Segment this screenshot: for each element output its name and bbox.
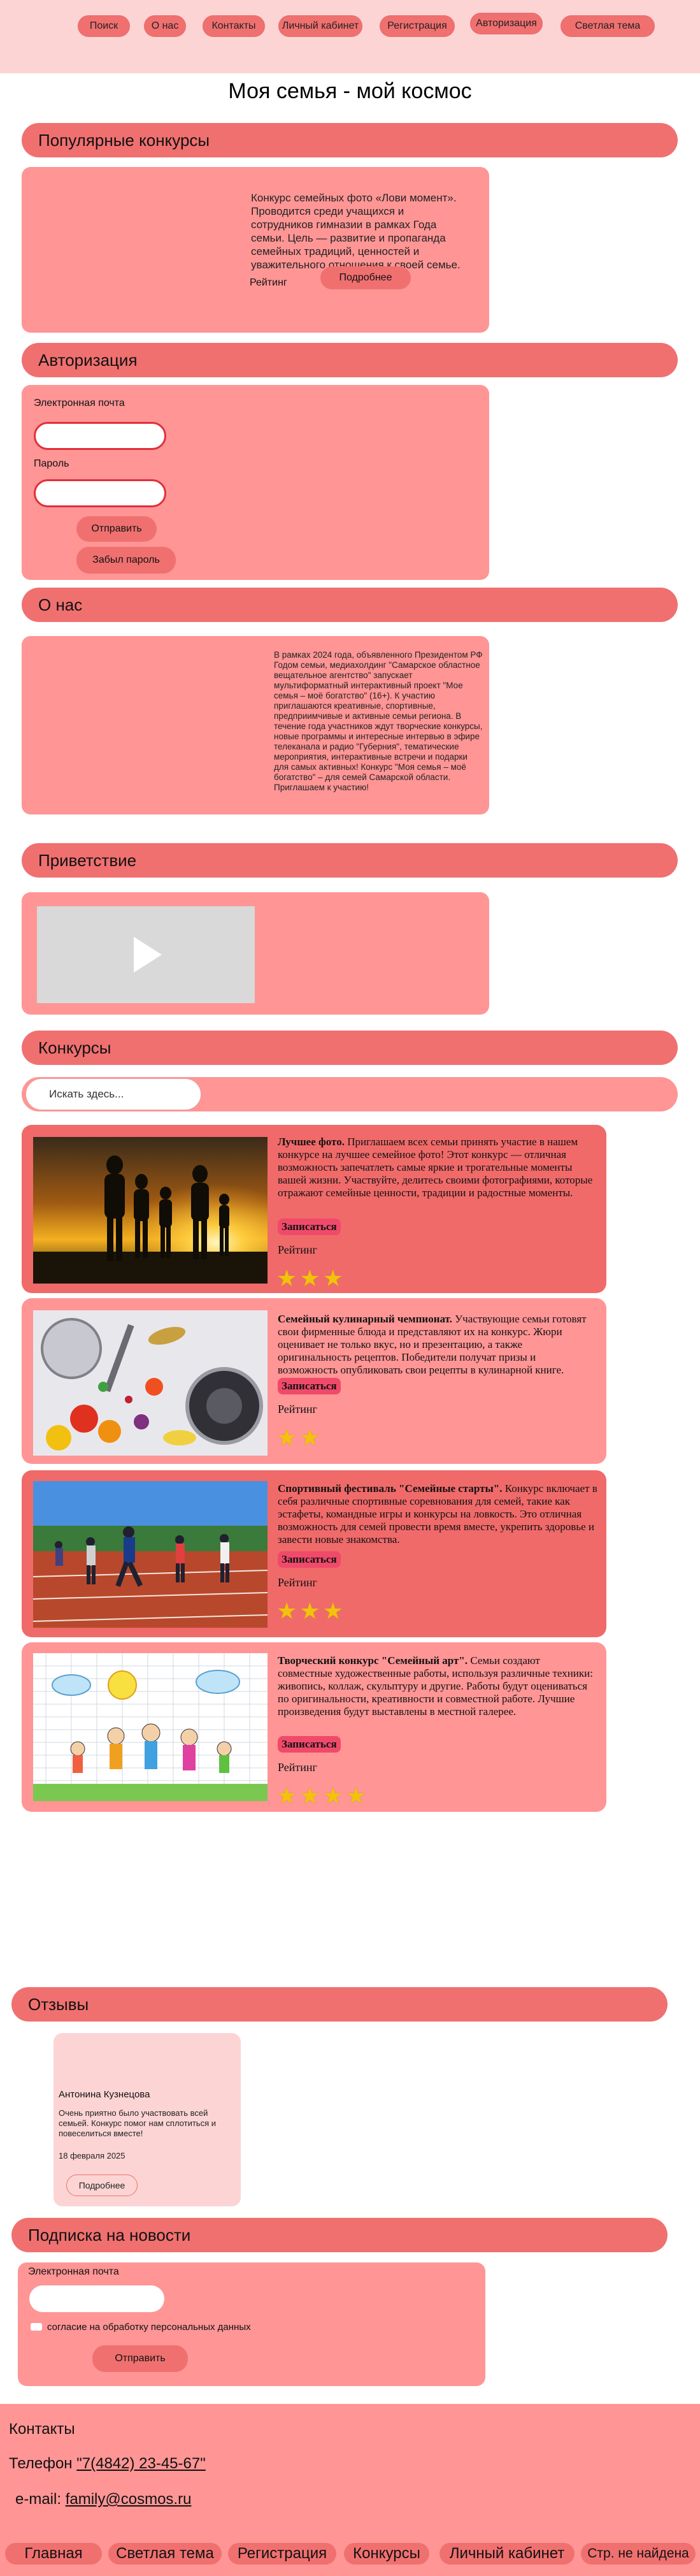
popular-rating-label: Рейтинг: [250, 277, 287, 288]
contest-signup-button[interactable]: Записаться: [278, 1551, 341, 1568]
contest-signup-button[interactable]: Записаться: [278, 1219, 341, 1235]
contest-rating-label: Рейтинг: [278, 1761, 317, 1774]
contest-description-sports: Спортивный фестиваль "Семейные старты". …: [278, 1482, 604, 1546]
popular-heading: Популярные конкурсы: [22, 123, 678, 157]
subscribe-submit-button[interactable]: Отправить: [92, 2345, 188, 2372]
contest-signup-button[interactable]: Записаться: [278, 1378, 341, 1394]
star-icon: ★: [322, 1265, 346, 1291]
footer-link-account[interactable]: Личный кабинет: [439, 2543, 575, 2565]
nav-login-button[interactable]: Авторизация: [470, 13, 543, 34]
contest-rating-label: Рейтинг: [278, 1403, 317, 1415]
star-icon: ★: [276, 1783, 300, 1809]
greeting-heading: Приветствие: [22, 843, 678, 878]
contest-title: Спортивный фестиваль "Семейные старты".: [278, 1482, 503, 1494]
contest-signup-button[interactable]: Записаться: [278, 1736, 341, 1753]
subscribe-heading: Подписка на новости: [11, 2218, 668, 2252]
nav-register-button[interactable]: Регистрация: [380, 15, 455, 37]
auth-email-input[interactable]: [34, 422, 166, 450]
star-icon: ★: [276, 1424, 300, 1451]
footer-link-home[interactable]: Главная: [5, 2543, 102, 2565]
footer-email-link[interactable]: family@cosmos.ru: [66, 2491, 192, 2508]
contest-rating-label: Рейтинг: [278, 1243, 317, 1256]
footer-phone-link[interactable]: "7(4842) 23-45-67": [76, 2455, 206, 2472]
review-more-button[interactable]: Подробнее: [66, 2174, 138, 2196]
contest-rating-label: Рейтинг: [278, 1576, 317, 1589]
auth-submit-button[interactable]: Отправить: [76, 516, 157, 542]
star-icon: ★: [299, 1424, 323, 1451]
nav-search-button[interactable]: Поиск: [78, 15, 130, 37]
review-date: 18 февраля 2025: [59, 2151, 125, 2160]
footer-link-contests[interactable]: Конкурсы: [344, 2543, 429, 2565]
contest-rating-stars: ★★★: [276, 1598, 346, 1624]
sports-image: [33, 1481, 268, 1628]
footer-phone-label: Телефон: [9, 2455, 73, 2472]
star-icon: ★: [276, 1265, 300, 1291]
subscribe-email-label: Электронная почта: [28, 2266, 119, 2277]
drawing-image: [33, 1653, 268, 1801]
greeting-video-player[interactable]: [37, 906, 255, 1003]
star-icon: ★: [276, 1598, 300, 1624]
contest-title: Лучшее фото.: [278, 1136, 345, 1148]
auth-password-input[interactable]: [34, 479, 166, 507]
kitchen-image: [33, 1310, 268, 1456]
subscribe-email-input[interactable]: [29, 2285, 164, 2312]
family-sunset-image: [33, 1137, 268, 1284]
footer-email-label: e-mail:: [15, 2491, 62, 2508]
star-icon: ★: [345, 1783, 369, 1809]
reviews-heading: Отзывы: [11, 1987, 668, 2022]
star-icon: ★: [299, 1265, 323, 1291]
contest-rating-stars: ★★: [276, 1424, 323, 1451]
contest-description-best-photo: Лучшее фото. Приглашаем всех семьи приня…: [278, 1136, 596, 1199]
auth-email-label: Электронная почта: [34, 398, 125, 409]
contests-search-input[interactable]: Искать здесь...: [25, 1078, 201, 1110]
footer-link-theme[interactable]: Светлая тема: [108, 2543, 222, 2565]
contest-description-art: Творческий конкурс "Семейный арт". Семьи…: [278, 1654, 596, 1718]
review-author: Антонина Кузнецова: [59, 2089, 150, 2100]
popular-description: Конкурс семейных фото «Лови момент». Про…: [251, 192, 461, 271]
nav-contacts-button[interactable]: Контакты: [203, 15, 265, 37]
nav-theme-button[interactable]: Светлая тема: [561, 15, 655, 37]
auth-password-label: Пароль: [34, 458, 69, 469]
star-icon: ★: [299, 1783, 323, 1809]
page-title: Моя семья - мой космос: [228, 79, 472, 103]
star-icon: ★: [299, 1598, 323, 1624]
nav-account-button[interactable]: Личный кабинет: [278, 15, 362, 37]
contest-title: Семейный кулинарный чемпионат.: [278, 1313, 452, 1325]
contest-rating-stars: ★★★★: [276, 1783, 369, 1809]
contest-rating-stars: ★★★: [276, 1265, 346, 1292]
review-text: Очень приятно было участвовать всей семь…: [59, 2108, 216, 2138]
auth-heading: Авторизация: [22, 343, 678, 377]
consent-checkbox[interactable]: [31, 2323, 42, 2331]
contest-description-cooking: Семейный кулинарный чемпионат. Участвующ…: [278, 1313, 596, 1377]
star-icon: ★: [322, 1598, 346, 1624]
footer-link-not-found[interactable]: Стр. не найдена: [581, 2543, 696, 2565]
about-text: В рамках 2024 года, объявленного Президе…: [274, 650, 483, 792]
footer-email-row: e-mail: family@cosmos.ru: [15, 2491, 191, 2508]
footer-contacts-heading: Контакты: [9, 2420, 75, 2438]
footer-phone-row: Телефон "7(4842) 23-45-67": [9, 2455, 206, 2473]
consent-label: согласие на обработку персональных данны…: [47, 2322, 251, 2333]
contest-title: Творческий конкурс "Семейный арт".: [278, 1654, 468, 1667]
about-heading: О нас: [22, 588, 678, 622]
play-icon[interactable]: [37, 906, 255, 1003]
nav-about-button[interactable]: О нас: [144, 15, 186, 37]
footer-link-register[interactable]: Регистрация: [228, 2543, 336, 2565]
popular-more-button[interactable]: Подробнее: [320, 266, 411, 289]
contests-heading: Конкурсы: [22, 1031, 678, 1065]
auth-forgot-password-button[interactable]: Забыл пароль: [76, 547, 176, 574]
star-icon: ★: [322, 1783, 346, 1809]
